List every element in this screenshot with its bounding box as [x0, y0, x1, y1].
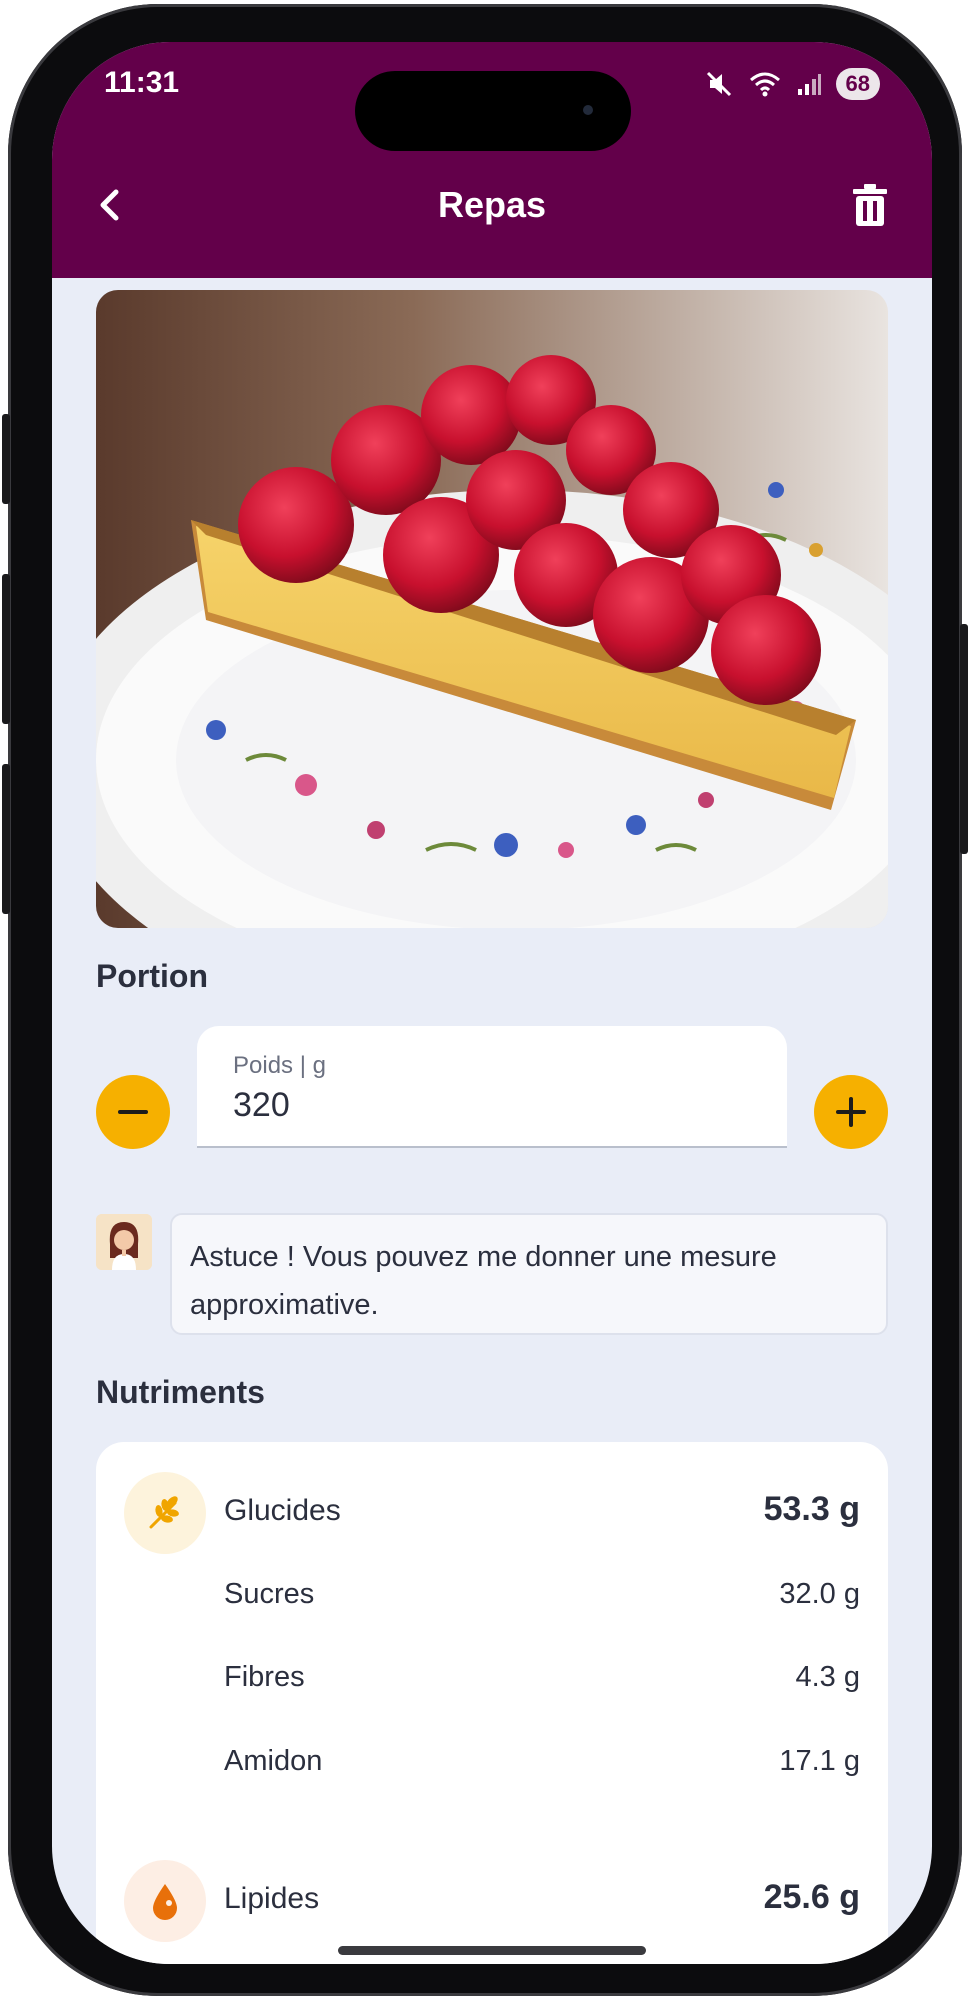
nutrient-value-glucides: 53.3 g [763, 1490, 860, 1528]
nutrient-value-lipides: 25.6 g [763, 1878, 860, 1916]
side-button [2, 764, 10, 914]
side-button [960, 624, 968, 854]
side-button [2, 414, 10, 504]
plus-icon [836, 1097, 866, 1127]
nutrient-name-amidon: Amidon [224, 1745, 323, 1777]
app-bar: 11:31 68 Repas [52, 42, 932, 278]
nutrient-value-amidon: 17.1 g [779, 1745, 860, 1777]
assistant-avatar-image [96, 1214, 152, 1270]
increase-button[interactable] [814, 1075, 888, 1149]
tip-message: Astuce ! Vous pouvez me donner une mesur… [170, 1213, 888, 1335]
battery-indicator: 68 [835, 68, 880, 100]
nutrient-name-sucres: Sucres [224, 1578, 315, 1610]
nutrient-name-glucides: Glucides [224, 1494, 341, 1527]
assistant-avatar [96, 1214, 152, 1270]
nutrients-title: Nutriments [96, 1374, 265, 1410]
delete-button[interactable] [850, 182, 890, 228]
weight-field-value[interactable]: 320 [233, 1086, 290, 1125]
nutrients-card: Glucides 53.3 g Sucres 32.0 g Fibres 4.3… [96, 1442, 888, 1964]
nutrient-name-fibres: Fibres [224, 1661, 305, 1693]
home-indicator[interactable] [338, 1946, 646, 1955]
portion-title: Portion [96, 958, 208, 994]
raspberry-tart-image [96, 290, 888, 928]
minus-icon [118, 1110, 148, 1114]
meal-photo [96, 290, 888, 928]
nutrient-value-sucres: 32.0 g [779, 1578, 860, 1610]
wheat-icon [149, 1496, 179, 1529]
status-time: 11:31 [104, 66, 180, 99]
drop-icon [153, 1884, 177, 1920]
weight-field[interactable]: Poids | g 320 [197, 1026, 787, 1148]
nutrient-name-lipides: Lipides [224, 1882, 320, 1915]
decrease-button[interactable] [96, 1075, 170, 1149]
mute-icon [706, 71, 731, 97]
carbs-icon-badge [124, 1472, 206, 1554]
side-button [2, 574, 10, 724]
page-title: Repas [437, 184, 547, 225]
phone-frame: 11:31 68 Repas Portion Poids | g 320 Ast… [2, 4, 968, 1996]
status-icons: 68 [704, 68, 880, 100]
weight-field-label: Poids | g [233, 1052, 326, 1079]
screen: 11:31 68 Repas Portion Poids | g 320 Ast… [52, 42, 932, 1964]
trash-icon [853, 184, 887, 226]
camera-dot [583, 105, 593, 115]
wifi-icon [749, 72, 780, 97]
signal-icon [797, 74, 821, 95]
dynamic-island [355, 71, 631, 151]
fat-icon-badge [124, 1860, 206, 1942]
nutrient-value-fibres: 4.3 g [795, 1661, 861, 1693]
